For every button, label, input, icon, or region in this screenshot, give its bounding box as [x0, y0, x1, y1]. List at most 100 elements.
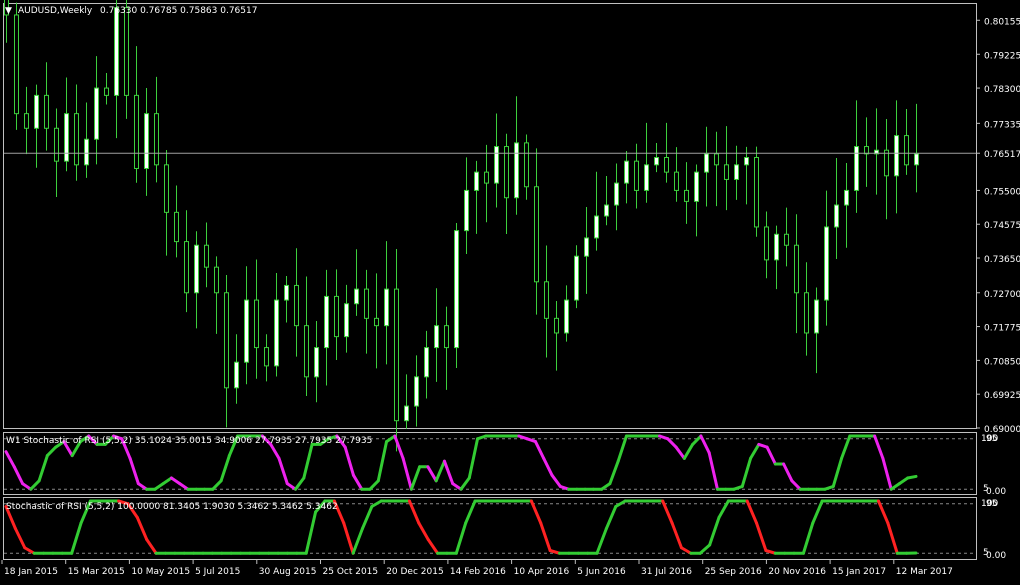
- indicator-segment: [39, 456, 47, 481]
- time-tick-label: 31 Jul 2016: [641, 567, 692, 577]
- candle-body: [915, 154, 919, 165]
- price-tick-label: 0.72700: [984, 290, 1020, 300]
- candle-body: [405, 406, 409, 421]
- price-tick-label: 0.69925: [984, 391, 1020, 401]
- indicator-segment: [47, 447, 55, 455]
- candle-body: [275, 300, 279, 366]
- price-tick-label: 0.80155: [984, 17, 1020, 27]
- indicator-segment: [700, 545, 709, 553]
- candle-body: [15, 15, 19, 114]
- indicator-segment: [672, 523, 681, 548]
- candle-body: [195, 245, 199, 293]
- ind1-axis-bottom: 0.00: [986, 487, 1006, 497]
- candle-body: [105, 88, 109, 95]
- candle-body: [345, 304, 349, 337]
- indicator-segment: [531, 501, 540, 523]
- indicator-segment: [419, 523, 428, 540]
- candle-body: [95, 88, 99, 139]
- indicator-segment: [676, 447, 684, 458]
- indicator-segment: [372, 501, 381, 507]
- candle-body: [675, 172, 679, 190]
- price-tick-label: 0.78300: [984, 85, 1020, 95]
- candle-body: [225, 293, 229, 388]
- candle-body: [615, 183, 619, 205]
- candle-body: [765, 227, 769, 260]
- candle-body: [35, 95, 39, 128]
- candle-body: [235, 362, 239, 388]
- indicator-segment: [428, 467, 436, 481]
- candle-body: [25, 114, 29, 129]
- candle-body: [695, 172, 699, 201]
- time-tick-label: 20 Dec 2015: [386, 567, 444, 577]
- time-tick-label: 20 Nov 2016: [768, 567, 826, 577]
- candle-body: [845, 190, 849, 205]
- candle-body: [775, 234, 779, 260]
- candle-body: [215, 267, 219, 293]
- indicator-segment: [552, 475, 560, 486]
- indicator-segment: [833, 458, 841, 486]
- candle-body: [605, 205, 609, 216]
- candle-body: [205, 245, 209, 267]
- indicator-segment: [466, 501, 475, 523]
- indicator-segment: [72, 523, 81, 553]
- indicator-segment: [362, 507, 371, 529]
- chart-canvas[interactable]: ▼ AUDUSD,Weekly 0.76330 0.76785 0.75863 …: [0, 0, 1020, 581]
- candle-body: [505, 147, 509, 198]
- time-tick-label: 10 May 2015: [131, 567, 190, 577]
- time-axis: 18 Jan 201515 Mar 201510 May 20155 Jul 2…: [2, 560, 953, 577]
- candle-body: [685, 190, 689, 201]
- chart-window[interactable]: ▼ AUDUSD,Weekly 0.76330 0.76785 0.75863 …: [0, 0, 1020, 581]
- indicator-segment: [888, 523, 897, 553]
- indicator-segment: [306, 512, 315, 553]
- candle-body: [815, 300, 819, 333]
- indicator-segment: [6, 452, 14, 467]
- candle-body: [785, 234, 789, 245]
- indicator-segment: [137, 518, 146, 540]
- candle-body: [435, 326, 439, 348]
- candle-body: [575, 256, 579, 300]
- indicator-segment: [878, 501, 887, 523]
- indicator1-title: W1 Stochastic of RSI (5,5,2) 35.1024 35.…: [6, 436, 372, 446]
- candle-body: [335, 296, 339, 336]
- indicator-segment: [370, 481, 378, 489]
- candle-body: [265, 348, 269, 366]
- candle-body: [795, 245, 799, 293]
- candle-body: [145, 114, 149, 169]
- candle-body: [305, 326, 309, 377]
- indicator-segment: [747, 501, 756, 523]
- candle-body: [665, 158, 669, 173]
- candle-body: [565, 300, 569, 333]
- indicator-segment: [681, 548, 690, 554]
- indicator-segment: [618, 436, 626, 461]
- candle-body: [175, 212, 179, 241]
- indicator-segment: [684, 444, 692, 458]
- candle-body: [395, 289, 399, 421]
- time-tick-label: 30 Aug 2015: [259, 567, 317, 577]
- candle-body: [715, 154, 719, 165]
- candle-body: [295, 285, 299, 325]
- price-tick-label: 0.70850: [984, 357, 1020, 367]
- indicator-segment: [353, 529, 362, 554]
- indicator-segment: [213, 481, 221, 489]
- candle-body: [245, 300, 249, 362]
- candle-body: [155, 114, 159, 165]
- candle-body: [625, 161, 629, 183]
- ind2-axis-bottom: 0.00: [986, 551, 1006, 561]
- indicator-segment: [436, 461, 444, 481]
- collapse-triangle-icon[interactable]: ▼: [5, 6, 12, 16]
- time-tick-label: 15 Mar 2015: [68, 567, 125, 577]
- candle-body: [475, 172, 479, 190]
- candle-body: [445, 326, 449, 348]
- indicator-segment: [31, 481, 39, 489]
- candle-body: [805, 293, 809, 333]
- indicator-segment: [535, 442, 543, 459]
- indicator-segment: [883, 458, 891, 489]
- indicator2-title: Stochastic of RSI (5,5,2) 100.0000 81.34…: [6, 502, 338, 512]
- indicator-segment: [130, 458, 138, 483]
- price-tick-label: 0.71775: [984, 324, 1020, 334]
- indicator-segment: [813, 501, 822, 523]
- candle-body: [545, 282, 549, 319]
- indicator-axes: 100 95 5 0.00 100 95 5 0.00: [981, 434, 1006, 561]
- indicator-segment: [606, 507, 615, 529]
- time-tick-label: 14 Feb 2016: [450, 567, 506, 577]
